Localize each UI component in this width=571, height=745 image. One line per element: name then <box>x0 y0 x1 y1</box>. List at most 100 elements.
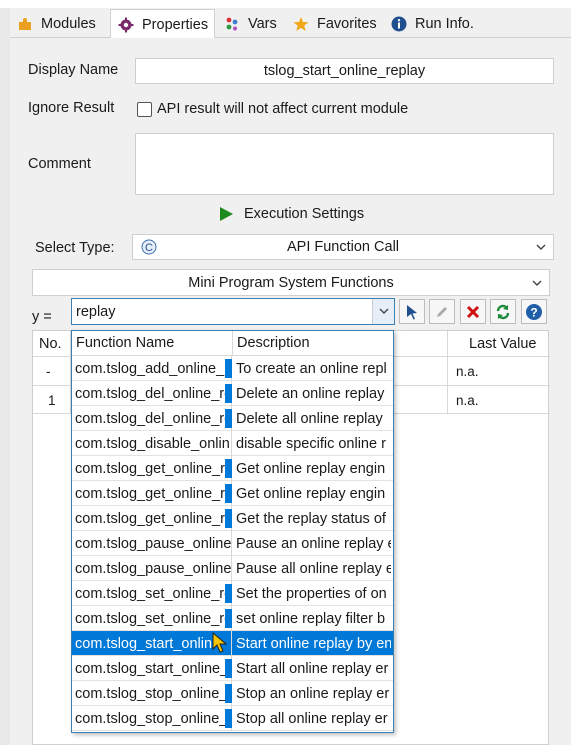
dropdown-item-description: Get online replay engin <box>236 485 386 502</box>
dropdown-item-function-name: com.tslog_add_online_r <box>72 356 232 381</box>
column-divider <box>447 331 448 413</box>
chevron-down-icon <box>379 308 389 314</box>
tab-favorites[interactable]: Favorites <box>286 10 383 38</box>
svg-text:?: ? <box>530 305 537 319</box>
dropdown-item-description: Get online replay engin <box>236 460 386 477</box>
dropdown-item-description: Start online replay by en <box>236 635 391 652</box>
dropdown-item-function-name: com.tslog_stop_online_ <box>72 681 232 706</box>
dropdown-item-description: Delete an online replay <box>236 385 385 402</box>
function-search-input[interactable]: replay <box>71 298 395 325</box>
tab-label: Run Info. <box>415 16 474 32</box>
dropdown-item-description: Stop all online replay er <box>236 710 388 727</box>
dropdown-item[interactable]: com.tslog_del_online_re Delete an online … <box>72 381 393 406</box>
dropdown-item-function-name: com.tslog_pause_online <box>72 531 232 556</box>
select-pointer-button[interactable] <box>399 299 425 324</box>
delete-button[interactable] <box>460 299 486 324</box>
tab-label: Properties <box>142 16 209 33</box>
dropdown-item[interactable]: com.tslog_set_online_re Set the propertie… <box>72 581 393 606</box>
dropdown-item[interactable]: com.tslog_start_onlin Start online replay… <box>72 631 393 656</box>
dropdown-item-function-name: com.tslog_get_online_re <box>72 481 232 506</box>
match-highlight <box>225 359 232 378</box>
top-strip <box>0 0 571 8</box>
dropdown-item[interactable]: com.tslog_get_online_re Get the replay st… <box>72 506 393 531</box>
dropdown-item-function-name: com.tslog_pause_online <box>72 556 232 581</box>
function-search-value: replay <box>76 303 116 320</box>
column-header-last-value: Last Value <box>469 335 537 352</box>
match-highlight <box>225 584 232 603</box>
dropdown-item-description: Start all online replay er <box>236 660 389 677</box>
tab-vars[interactable]: Vars <box>217 10 283 38</box>
gear-icon <box>117 16 135 34</box>
dropdown-item-function-name: com.tslog_start_onlin <box>72 631 232 656</box>
dropdown-item-function-name: com.tslog_set_online_re <box>72 606 232 631</box>
dropdown-item-description: Set the properties of on <box>236 585 387 602</box>
dropdown-item[interactable]: com.tslog_get_online_re Get online replay… <box>72 481 393 506</box>
tab-properties[interactable]: Properties <box>110 9 216 39</box>
dropdown-item-description: disable specific online r <box>236 435 386 452</box>
dropdown-header-function-name: Function Name <box>72 331 233 356</box>
dropdown-item[interactable]: com.tslog_pause_online Pause all online r… <box>72 556 393 581</box>
select-type-combo[interactable]: C API Function Call <box>132 234 554 260</box>
row-last-value: n.a. <box>456 363 479 379</box>
match-highlight <box>225 484 232 503</box>
select-type-value: API Function Call <box>286 239 400 255</box>
execution-settings-label: Execution Settings <box>244 206 365 222</box>
column-header-no: No. <box>39 335 62 352</box>
row-no: - <box>46 363 51 379</box>
function-search-dropdown-button[interactable] <box>372 299 394 324</box>
dropdown-item[interactable]: com.tslog_stop_online_ Stop an online rep… <box>72 681 393 706</box>
category-combo[interactable]: Mini Program System Functions <box>32 269 550 296</box>
edit-button[interactable] <box>429 299 455 324</box>
row-no: 1 <box>48 392 56 408</box>
display-name-field[interactable]: tslog_start_online_replay <box>135 58 554 84</box>
dropdown-item-function-name: com.tslog_get_online_re <box>72 456 232 481</box>
chevron-down-icon <box>536 244 546 250</box>
dropdown-item-description: Stop an online replay er <box>236 685 390 702</box>
function-dropdown-list: Function Name Description com.tslog_add_… <box>71 330 394 733</box>
delete-x-icon <box>466 305 480 318</box>
dropdown-item-function-name: com.tslog_get_online_re <box>72 506 232 531</box>
refresh-icon <box>496 304 510 319</box>
dropdown-item[interactable]: com.tslog_stop_online_ Stop all online re… <box>72 706 393 731</box>
ignore-result-checkbox[interactable] <box>137 102 152 117</box>
tab-label: Favorites <box>317 16 377 32</box>
help-button[interactable]: ? <box>521 299 547 324</box>
dropdown-item[interactable]: com.tslog_start_online_ Start all online … <box>72 656 393 681</box>
tab-label: Vars <box>248 16 277 32</box>
dropdown-item[interactable]: com.tslog_get_online_re Get online replay… <box>72 456 393 481</box>
play-icon <box>220 207 233 221</box>
star-icon <box>292 15 310 33</box>
comment-field[interactable] <box>135 133 554 195</box>
match-highlight <box>225 684 232 703</box>
execution-settings-toggle[interactable]: Execution Settings <box>218 206 364 222</box>
row-last-value: n.a. <box>456 392 479 408</box>
tab-modules[interactable]: Modules <box>10 10 102 38</box>
dropdown-item-function-name: com.tslog_del_online_re <box>72 406 232 431</box>
dropdown-item-description: Get the replay status of <box>236 510 386 527</box>
select-type-label: Select Type: <box>35 240 115 256</box>
dropdown-item[interactable]: com.tslog_pause_online Pause an online re… <box>72 531 393 556</box>
dropdown-item[interactable]: com.tslog_disable_onlin disable specific … <box>72 431 393 456</box>
info-icon <box>390 15 408 33</box>
match-highlight <box>225 659 232 678</box>
display-name-value: tslog_start_online_replay <box>263 63 426 79</box>
chevron-down-icon <box>532 280 542 286</box>
refresh-button[interactable] <box>490 299 516 324</box>
dropdown-item-function-name: com.tslog_stop_online_ <box>72 706 232 731</box>
match-highlight <box>225 409 232 428</box>
vars-icon <box>223 15 241 33</box>
dropdown-header-description: Description <box>233 331 393 356</box>
dropdown-item-description: set online replay filter b <box>236 610 386 627</box>
dropdown-item[interactable]: com.tslog_del_online_re Delete all online… <box>72 406 393 431</box>
ignore-result-checkbox-text: API result will not affect current modul… <box>157 101 409 117</box>
dropdown-item[interactable]: com.tslog_set_online_re set online replay… <box>72 606 393 631</box>
puzzle-icon <box>16 15 34 33</box>
dropdown-item-function-name: com.tslog_del_online_re <box>72 381 232 406</box>
dropdown-item-function-name: com.tslog_start_online_ <box>72 656 232 681</box>
tab-bar: Modules Properties Vars Favorites Run In… <box>10 8 571 39</box>
comment-label: Comment <box>28 156 91 172</box>
match-highlight <box>225 609 232 628</box>
dropdown-item[interactable]: com.tslog_add_online_r To create an onlin… <box>72 356 393 381</box>
tab-run-info[interactable]: Run Info. <box>384 10 480 38</box>
match-highlight <box>225 459 232 478</box>
